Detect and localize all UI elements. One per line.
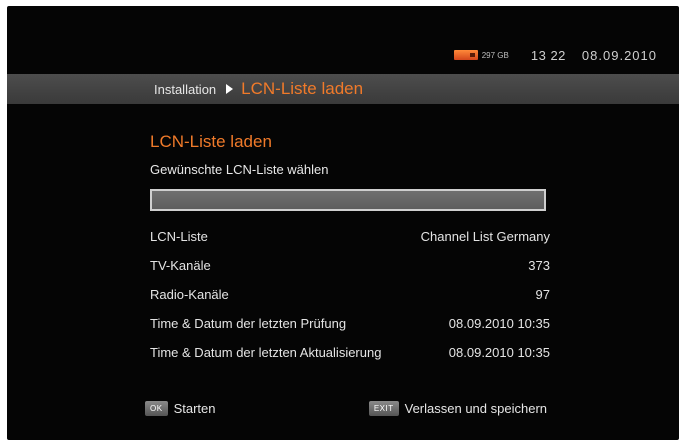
page-title: LCN-Liste laden [150,132,272,151]
row-value: 08.09.2010 10:35 [448,316,550,331]
row-label: Radio-Kanäle [150,287,229,302]
row-label: TV-Kanäle [150,258,211,273]
list-item: Time & Datum der letzten Prüfung 08.09.2… [150,309,550,338]
breadcrumb-parent[interactable]: Installation [154,82,216,97]
list-item: TV-Kanäle 373 [150,251,550,280]
list-item: Radio-Kanäle 97 [150,280,550,309]
key-hints: OK Starten EXIT Verlassen und speichern [145,401,547,416]
row-label: LCN-Liste [150,229,208,244]
main-panel: LCN-Liste laden Gewünschte LCN-Liste wäh… [150,132,550,367]
ok-start-hint[interactable]: OK Starten [145,401,215,416]
tv-frame: 297 GB 13 22 08.09.2010 Installation LCN… [0,0,686,446]
triangle-right-icon [226,84,234,94]
prompt-text: Gewünschte LCN-Liste wählen [150,162,329,177]
hdd-free-space: 297 GB [481,50,509,60]
row-value: 08.09.2010 10:35 [448,345,550,360]
row-value: Channel List Germany [420,229,550,244]
list-item: LCN-Liste Channel List Germany [150,222,550,251]
list-item: Time & Datum der letzten Aktualisierung … [150,338,550,367]
breadcrumb: Installation LCN-Liste laden [7,74,679,104]
lcn-list-selector[interactable] [150,189,546,211]
breadcrumb-current: LCN-Liste laden [241,79,364,98]
clock-date: 08.09.2010 [581,47,657,63]
row-label: Time & Datum der letzten Aktualisierung [150,345,382,360]
tv-screen: 297 GB 13 22 08.09.2010 Installation LCN… [7,6,679,440]
info-list: LCN-Liste Channel List Germany TV-Kanäle… [150,222,550,367]
hdd-icon [453,50,478,60]
row-value: 97 [535,287,550,302]
exit-key-icon: EXIT [368,401,399,416]
row-label: Time & Datum der letzten Prüfung [150,316,347,331]
ok-hint-label: Starten [173,401,216,416]
exit-save-hint[interactable]: EXIT Verlassen und speichern [368,401,547,416]
status-bar: 297 GB 13 22 08.09.2010 [453,46,657,64]
row-value: 373 [528,258,550,273]
exit-hint-label: Verlassen und speichern [404,401,547,416]
clock-time: 13 22 [530,47,566,63]
ok-key-icon: OK [145,401,168,416]
